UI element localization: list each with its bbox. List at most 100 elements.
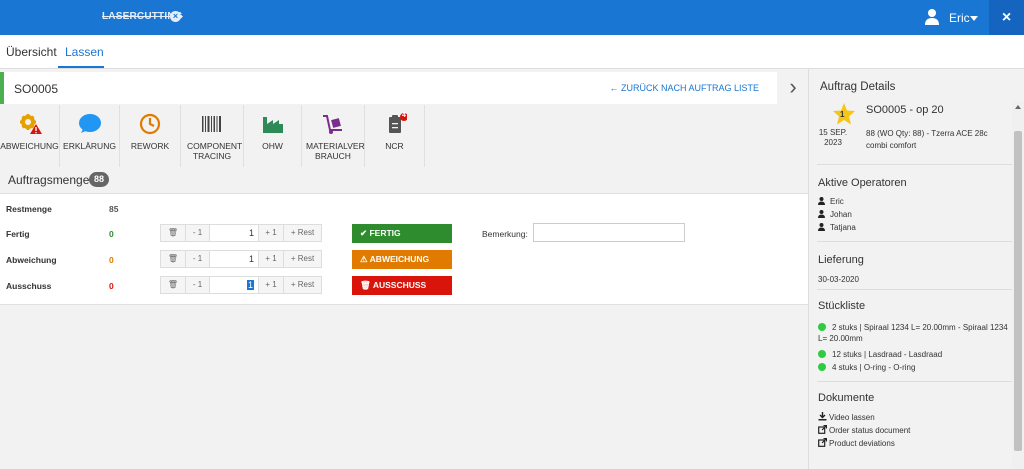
fertig-button[interactable]: ✔ FERTIG (352, 224, 452, 243)
plus-button[interactable]: + 1 (259, 277, 283, 293)
user-menu[interactable]: Eric (949, 11, 970, 25)
status-dot (818, 323, 826, 331)
user-icon[interactable] (924, 8, 940, 26)
side-description: 88 (WO Qty: 88) - Tzerra ACE 28c combi c… (866, 129, 988, 150)
fertig-stepper: 🗑 - 1 1 + 1 + Rest (160, 224, 322, 242)
trash-icon[interactable]: 🗑 (161, 225, 185, 241)
operator-name: Eric (830, 197, 844, 206)
bom-item: 4 stuks | O-ring - O-ring (818, 362, 1010, 373)
divider (817, 381, 1013, 382)
trash-icon: 🗑 (360, 280, 373, 290)
tool-abweichung[interactable]: ABWEICHUNG (0, 105, 60, 167)
bom-item: 2 stuks | Spiraal 1234 L= 20.00mm - Spir… (818, 322, 1010, 344)
remark-input[interactable] (533, 223, 685, 242)
tool-rework[interactable]: REWORK (120, 105, 181, 167)
plus-button[interactable]: + 1 (259, 225, 283, 241)
warning-icon: ⚠ (360, 254, 370, 264)
operator-name: Johan (830, 210, 852, 219)
tool-ohw[interactable]: OHW (244, 105, 302, 167)
top-bar: LASERCUTTING × Eric × (0, 0, 1024, 35)
divider (817, 289, 1013, 290)
order-header: SO0005 ← ZURÜCK NACH AUFTRAG LISTE (0, 72, 777, 104)
bom-item: 12 stuks | Lasdraad - Lasdraad (818, 349, 1010, 360)
remark-label: Bemerkung: (482, 229, 528, 239)
operator-item: Johan (818, 210, 852, 219)
row-value-fertig: 0 (109, 229, 114, 239)
factory-icon (262, 117, 283, 133)
doc-link-product-deviations[interactable]: Product deviations (818, 438, 895, 448)
tool-ncr[interactable]: 4 NCR (365, 105, 425, 167)
download-icon (818, 412, 827, 421)
barcode-icon (202, 116, 221, 132)
close-button[interactable]: × (989, 0, 1024, 35)
tool-label: MATERIALVER BRAUCH (306, 141, 365, 161)
tool-label: REWORK (130, 141, 170, 151)
trash-icon[interactable]: 🗑 (161, 277, 185, 293)
minus-button[interactable]: - 1 (185, 225, 209, 241)
plus-button[interactable]: + 1 (259, 251, 283, 267)
fertig-button-label: FERTIG (369, 228, 401, 238)
operators-title: Aktive Operatoren (818, 177, 907, 189)
main-area: SO0005 ← ZURÜCK NACH AUFTRAG LISTE › ABW… (0, 69, 808, 469)
tool-label: COMPONENT TRACING (187, 141, 243, 161)
tab-overview[interactable]: Übersicht (6, 45, 57, 59)
bom-item-text: 2 stuks | Spiraal 1234 L= 20.00mm - Spir… (818, 323, 1008, 343)
minus-button[interactable]: - 1 (185, 251, 209, 267)
abweichung-button[interactable]: ⚠ ABWEICHUNG (352, 250, 452, 269)
divider (817, 164, 1013, 165)
tool-component-tracing[interactable]: COMPONENT TRACING (181, 105, 244, 167)
row-label-fertig: Fertig (6, 229, 30, 239)
trash-icon[interactable]: 🗑 (161, 251, 185, 267)
ncr-badge: 4 (402, 112, 406, 119)
external-link-icon (818, 425, 827, 434)
scrollbar-thumb[interactable] (1014, 131, 1022, 451)
tool-label: ERKLÄRUNG (63, 141, 116, 151)
person-icon (818, 210, 825, 218)
status-dot (818, 350, 826, 358)
hand-truck-icon (323, 115, 342, 134)
fertig-quantity-input[interactable]: 1 (209, 225, 259, 241)
plus-rest-button[interactable]: + Rest (283, 225, 321, 241)
operator-item: Eric (818, 197, 844, 206)
side-order-label: SO0005 - op 20 (866, 104, 944, 116)
ausschuss-stepper: 🗑 - 1 1 + 1 + Rest (160, 276, 322, 294)
doc-link-video-lassen[interactable]: Video lassen (818, 412, 875, 422)
ausschuss-quantity-input[interactable]: 1 (209, 277, 259, 293)
tool-materialverbrauch[interactable]: MATERIALVER BRAUCH (302, 105, 365, 167)
tab-bar: Übersicht Lassen (0, 35, 1024, 69)
quantity-panel: Restmenge 85 Fertig 0 🗑 - 1 1 + 1 + Rest… (0, 193, 808, 305)
tool-label: NCR (385, 141, 404, 151)
minus-button[interactable]: - 1 (185, 277, 209, 293)
order-id: SO0005 (14, 82, 59, 96)
person-icon (818, 197, 825, 205)
status-dot (818, 363, 826, 371)
person-icon (818, 223, 825, 231)
scroll-up-icon[interactable] (1015, 105, 1021, 109)
doc-label: Video lassen (829, 413, 875, 422)
doc-link-order-status[interactable]: Order status document (818, 425, 910, 435)
bom-item-text: 12 stuks | Lasdraad - Lasdraad (832, 350, 943, 359)
operator-item: Tatjana (818, 223, 856, 232)
delivery-title: Lieferung (818, 254, 864, 266)
row-value-ausschuss: 0 (109, 281, 114, 291)
quantity-badge: 88 (89, 172, 110, 187)
quantity-title: Auftragsmenge (8, 173, 90, 187)
plus-rest-button[interactable]: + Rest (283, 277, 321, 293)
back-to-order-list-link[interactable]: ← ZURÜCK NACH AUFTRAG LISTE (609, 83, 759, 93)
bom-item-text: 4 stuks | O-ring - O-ring (832, 363, 916, 372)
selected-text: 1 (246, 280, 254, 290)
quantity-header: Auftragsmenge 88 (0, 168, 808, 192)
tab-lassen[interactable]: Lassen (65, 45, 104, 59)
ausschuss-button[interactable]: 🗑 AUSSCHUSS (352, 276, 452, 295)
external-link-icon (818, 438, 827, 447)
delivery-date: 30-03-2020 (818, 275, 859, 284)
caret-down-icon[interactable] (970, 16, 978, 21)
action-toolbar: ABWEICHUNG ERKLÄRUNG REWORK COMPONENT TR… (0, 105, 808, 167)
tool-erklaerung[interactable]: ERKLÄRUNG (60, 105, 120, 167)
clear-icon[interactable]: × (170, 11, 181, 22)
plus-rest-button[interactable]: + Rest (283, 251, 321, 267)
gear-warning-icon (19, 114, 42, 134)
chevron-right-icon[interactable]: › (780, 72, 806, 104)
abweichung-quantity-input[interactable]: 1 (209, 251, 259, 267)
divider (817, 241, 1013, 242)
